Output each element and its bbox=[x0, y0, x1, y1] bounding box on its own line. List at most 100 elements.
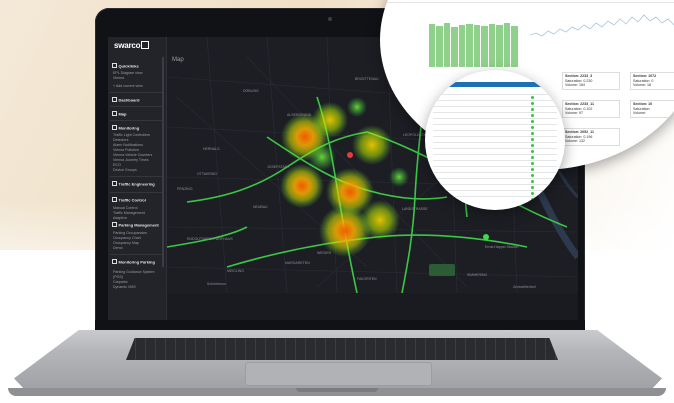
sidebar-item-occupancy-chart[interactable]: Occupancy Chart bbox=[113, 236, 141, 240]
map-label: JOSEFSTADT bbox=[267, 165, 290, 169]
table-row[interactable] bbox=[433, 112, 557, 113]
sidebar-item-pgs[interactable]: Parking Guidance System bbox=[113, 270, 155, 274]
table-row[interactable] bbox=[433, 124, 557, 125]
sidebar-item-detectors[interactable]: Detectors bbox=[113, 138, 128, 142]
sidebar-scrollbar[interactable] bbox=[162, 57, 164, 267]
card-volume: Volume: 97 bbox=[565, 111, 583, 115]
section-card[interactable]: Section: 2233_11 Saturation: 0.102 Volum… bbox=[562, 100, 620, 118]
brand-logo[interactable]: swarco bbox=[114, 41, 150, 50]
status-ok-icon bbox=[531, 179, 534, 183]
table-row[interactable] bbox=[433, 94, 557, 95]
divider bbox=[110, 176, 162, 177]
sidebar-item-alarms[interactable]: Alarm Notifications bbox=[113, 143, 143, 147]
sidebar-section-monitoring[interactable]: Monitoring bbox=[112, 125, 139, 131]
sidebar-section-label: Quicklinks bbox=[118, 63, 139, 69]
sidebar-item-adaptive[interactable]: Adaptive bbox=[113, 216, 127, 220]
sidebar-section-map[interactable]: Map bbox=[112, 111, 127, 117]
sidebar-item-vehicle-counters[interactable]: Vienna Vehicle Counters bbox=[113, 153, 152, 157]
table-row[interactable] bbox=[433, 100, 557, 101]
divider bbox=[110, 106, 162, 107]
status-ok-icon bbox=[531, 137, 534, 141]
table-row[interactable] bbox=[433, 160, 557, 161]
sidebar-item-device-groups[interactable]: Device Groups bbox=[113, 168, 137, 172]
sidebar-section-dashboard[interactable]: Dashboard bbox=[112, 97, 139, 103]
map-label: RUDOLFSHEIM-FÜNFHAUS bbox=[187, 237, 233, 241]
status-ok-icon bbox=[531, 113, 534, 117]
sidebar-item-traffic-management[interactable]: Traffic Management bbox=[113, 211, 145, 215]
line-chart bbox=[530, 14, 674, 37]
table-row[interactable] bbox=[433, 154, 557, 155]
sidebar-section-label: Traffic Control bbox=[118, 197, 146, 203]
section-card[interactable]: Section: 1072 Saturation: 0 Volume: 18 bbox=[630, 72, 674, 90]
sidebar-item-journey-times[interactable]: Vienna Journey Times bbox=[113, 158, 149, 162]
sidebar-section-monitoring-parking[interactable]: Monitoring Parking bbox=[112, 259, 155, 265]
chart-bar bbox=[496, 25, 503, 67]
table-row[interactable] bbox=[433, 172, 557, 173]
grid-icon bbox=[141, 41, 150, 49]
sidebar-item-parking-occupancies[interactable]: Parking Occupancies bbox=[113, 231, 147, 235]
status-ok-icon bbox=[531, 143, 534, 147]
status-ok-icon bbox=[531, 125, 534, 129]
table-row[interactable] bbox=[433, 190, 557, 191]
card-section: Section: 2233_11 bbox=[565, 102, 594, 106]
sidebar-item-pollution[interactable]: Vienna Pollution bbox=[113, 148, 139, 152]
table-row[interactable] bbox=[433, 118, 557, 119]
map-label: HERNALS bbox=[203, 147, 220, 151]
sidebar-section-traffic-engineering[interactable]: Traffic Engineering bbox=[112, 181, 155, 187]
control-icon bbox=[112, 197, 117, 202]
status-ok-icon bbox=[531, 131, 534, 135]
sidebar-section-quicklinks[interactable]: Quicklinks bbox=[112, 63, 139, 69]
page-title: Map bbox=[172, 57, 184, 63]
divider bbox=[380, 2, 674, 3]
sidebar-item-pgs-abbr[interactable]: (PGS) bbox=[113, 275, 123, 279]
sidebar-item-demo[interactable]: Demo bbox=[113, 246, 123, 250]
section-card[interactable]: Section: 2052_11 Saturation: 0.196 Volum… bbox=[562, 128, 620, 146]
sidebar-item-manual-control[interactable]: Manual Control bbox=[113, 206, 137, 210]
sidebar-section-parking-management[interactable]: Parking Management bbox=[112, 222, 159, 228]
monitor-icon bbox=[112, 125, 117, 130]
sidebar-item-epl[interactable]: EPL Diagram view bbox=[113, 71, 142, 75]
table-header-bar bbox=[425, 82, 565, 87]
status-ok-icon bbox=[531, 161, 534, 165]
table-row[interactable] bbox=[433, 196, 557, 197]
map-label: Schönbrunn bbox=[207, 282, 226, 286]
map-label: FAVORITEN bbox=[357, 277, 377, 281]
sidebar-section-label: Monitoring Parking bbox=[118, 259, 155, 265]
table-row[interactable] bbox=[433, 148, 557, 149]
parking-icon bbox=[112, 222, 117, 227]
card-volume: Volume: 132 bbox=[565, 139, 585, 143]
table-row[interactable] bbox=[433, 130, 557, 131]
map-label: LANDSTRASSE bbox=[402, 207, 428, 211]
table-row[interactable] bbox=[433, 178, 557, 179]
sidebar-item-occupancy-map[interactable]: Occupancy Map bbox=[113, 241, 139, 245]
card-section: Section: 2052_11 bbox=[565, 130, 594, 134]
card-volume: Volume: 18 bbox=[633, 83, 651, 87]
table-row[interactable] bbox=[433, 166, 557, 167]
map-label: SIMMERING bbox=[467, 273, 488, 277]
section-card[interactable]: Section: 10 Saturation: Volume: bbox=[630, 100, 674, 118]
detector-pin[interactable] bbox=[483, 234, 489, 240]
table-row[interactable] bbox=[433, 106, 557, 107]
map-footer bbox=[167, 293, 578, 322]
table-row[interactable] bbox=[433, 184, 557, 185]
section-card[interactable]: Section: 2233_3 Saturation: 0.230 Volume… bbox=[562, 72, 620, 90]
dashboard-icon bbox=[112, 97, 117, 102]
sidebar-item-add-view[interactable]: + Add current view bbox=[113, 84, 143, 88]
sidebar-item-vienna[interactable]: Vienna bbox=[113, 76, 124, 80]
map-label: MARGARETEN bbox=[285, 261, 310, 265]
sidebar-section-traffic-control[interactable]: Traffic Control bbox=[112, 197, 146, 203]
camera-icon bbox=[328, 17, 332, 21]
divider bbox=[110, 92, 162, 93]
alarm-pin[interactable] bbox=[347, 152, 353, 158]
table-row[interactable] bbox=[433, 142, 557, 143]
sidebar-item-dynamic-vms[interactable]: Dynamic VMS bbox=[113, 285, 136, 289]
monitor-icon bbox=[112, 259, 117, 264]
sidebar-item-eco[interactable]: ECO bbox=[113, 163, 121, 167]
divider bbox=[110, 254, 162, 255]
map-label: PENZING bbox=[177, 187, 193, 191]
sidebar-item-tlc[interactable]: Traffic Light Controllers bbox=[113, 133, 150, 137]
sidebar-item-carparks[interactable]: Carparks bbox=[113, 280, 128, 284]
table-row[interactable] bbox=[433, 136, 557, 137]
zoom-callout-table bbox=[425, 70, 565, 210]
status-ok-icon bbox=[531, 191, 534, 195]
